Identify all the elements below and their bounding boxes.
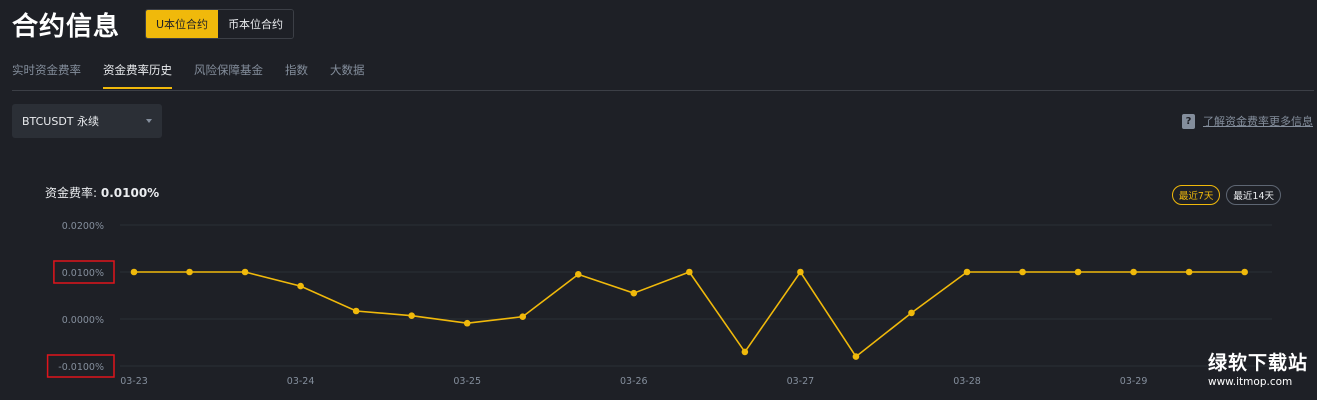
data-point <box>352 307 360 315</box>
data-point <box>297 282 304 290</box>
data-point <box>1185 268 1193 276</box>
data-point <box>852 353 860 360</box>
y-tick-label: 0.0000% <box>62 315 104 326</box>
data-point <box>630 289 638 297</box>
x-tick-label: 03-29 <box>1120 376 1148 387</box>
x-tick-label: 03-28 <box>953 376 981 387</box>
tab-coin-margined[interactable]: 币本位合约 <box>218 10 294 38</box>
watermark-text: 绿软下载站 <box>1208 352 1309 374</box>
tab-insurance-fund[interactable]: 风险保障基金 <box>194 62 263 89</box>
y-tick-label: 0.0200% <box>62 221 104 232</box>
x-tick-label: 03-24 <box>287 376 315 387</box>
data-point <box>519 313 527 320</box>
x-tick-label: 03-27 <box>787 376 815 387</box>
watermark: 绿软下载站 www.itmop.com <box>1208 348 1308 388</box>
tab-index[interactable]: 指数 <box>285 62 308 89</box>
y-tick-label: 0.0100% <box>62 268 104 279</box>
data-point <box>963 268 971 276</box>
data-point <box>908 309 915 317</box>
x-tick-label: 03-26 <box>620 376 648 387</box>
tab-funding-rate-history[interactable]: 资金费率历史 <box>103 62 172 89</box>
funding-rate-chart: 0.0200% 0.0100% 0.0000% -0.0100% 03-23 03-24 0… <box>46 221 1272 387</box>
symbol-select-value: BTCUSDT 永续 <box>22 115 100 128</box>
chevron-down-icon <box>146 119 152 123</box>
more-info-label: 了解资金费率更多信息 <box>1203 115 1313 128</box>
more-info-link[interactable]: ? 了解资金费率更多信息 <box>1182 113 1313 129</box>
contract-type-toggle: U本位合约 币本位合约 <box>145 9 295 39</box>
x-tick-label: 03-23 <box>120 376 148 387</box>
data-point <box>574 271 582 278</box>
data-point <box>408 312 415 320</box>
y-tick-label: -0.0100% <box>58 362 104 373</box>
data-point <box>1019 268 1026 276</box>
x-tick-label: 03-25 <box>453 376 481 387</box>
tab-big-data[interactable]: 大数据 <box>330 62 365 89</box>
data-point <box>1241 268 1248 276</box>
data-point <box>686 268 693 276</box>
funding-rate-value: 0.0100% <box>100 186 160 200</box>
data-point <box>797 268 804 276</box>
data-point <box>241 268 249 276</box>
tabs-divider <box>12 90 1314 91</box>
tab-usdt-margined[interactable]: U本位合约 <box>146 10 219 38</box>
data-point <box>741 348 749 356</box>
symbol-select[interactable]: BTCUSDT 永续 <box>12 104 162 138</box>
data-point <box>463 319 471 327</box>
data-point <box>1130 268 1137 276</box>
page-title: 合约信息 <box>12 12 121 42</box>
help-icon: ? <box>1182 113 1195 129</box>
tab-realtime-funding-rate[interactable]: 实时资金费率 <box>12 62 81 89</box>
data-point <box>186 268 193 276</box>
watermark-url: www.itmop.com <box>1208 376 1293 388</box>
info-tabs: 实时资金费率 资金费率历史 风险保障基金 指数 大数据 <box>12 62 387 89</box>
data-point <box>1074 268 1082 276</box>
funding-rate-readout: 资金费率: 0.0100% <box>45 184 159 201</box>
funding-rate-label: 资金费率: <box>45 186 101 200</box>
data-point <box>130 268 138 276</box>
